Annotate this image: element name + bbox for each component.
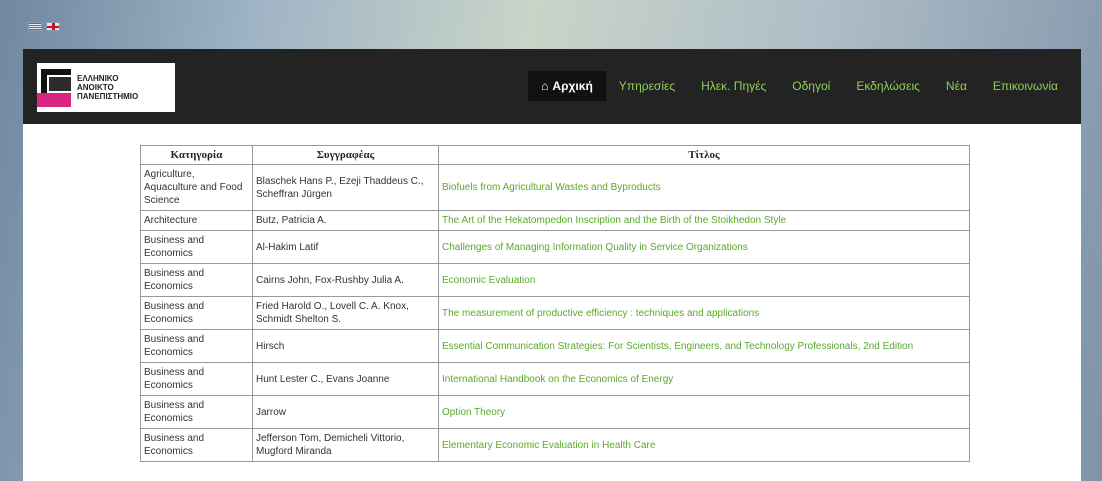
greek-flag-icon[interactable] [28, 22, 42, 31]
title-link[interactable]: The measurement of productive efficiency… [442, 308, 759, 319]
author-cell: Jarrow [252, 395, 439, 429]
uk-flag-icon[interactable] [46, 22, 60, 31]
author-cell: Cairns John, Fox-Rushby Julia A. [252, 263, 439, 297]
nav-item-label: Εκδηλώσεις [856, 79, 920, 93]
category-cell: Business and Economics [140, 230, 253, 264]
column-header-category[interactable]: Κατηγορία [140, 145, 253, 165]
category-cell: Business and Economics [140, 428, 253, 462]
title-link[interactable]: Biofuels from Agricultural Wastes and By… [442, 182, 661, 193]
table-row: Business and Economics Fried Harold O., … [140, 296, 970, 330]
title-cell: The Art of the Hekatompedon Inscription … [438, 210, 970, 231]
author-cell: Butz, Patricia A. [252, 210, 439, 231]
nav-item-home[interactable]: ⌂ Αρχική [528, 71, 606, 101]
author-cell: Jefferson Tom, Demicheli Vittorio, Mugfo… [252, 428, 439, 462]
author-cell: Blaschek Hans P., Ezeji Thaddeus C., Sch… [252, 164, 439, 211]
title-cell: Essential Communication Strategies: For … [438, 329, 970, 363]
title-link[interactable]: International Handbook on the Economics … [442, 374, 673, 385]
column-header-author[interactable]: Συγγραφέας [252, 145, 439, 165]
table-row: Business and Economics Jefferson Tom, De… [140, 428, 970, 462]
table-row: Business and Economics Hirsch Essential … [140, 329, 970, 363]
column-header-title[interactable]: Τίτλος [438, 145, 970, 165]
title-cell: The measurement of productive efficiency… [438, 296, 970, 330]
author-cell: Al-Hakim Latif [252, 230, 439, 264]
nav-item-label: Επικοινωνία [992, 79, 1058, 93]
category-cell: Agriculture, Aquaculture and Food Scienc… [140, 164, 253, 211]
books-table: Κατηγορία Συγγραφέας Τίτλος Agriculture,… [140, 145, 970, 462]
category-cell: Business and Economics [140, 263, 253, 297]
title-link[interactable]: The Art of the Hekatompedon Inscription … [442, 215, 786, 226]
logo-line-1: ΕΛΛΗΝΙΚΟ [77, 74, 119, 83]
category-cell: Business and Economics [140, 362, 253, 396]
nav-item-news[interactable]: Νέα [933, 71, 980, 101]
site-logo[interactable]: ΕΛΛΗΝΙΚΟ ΑΝΟΙΚΤΟ ΠΑΝΕΠΙΣΤΗΜΙΟ [37, 63, 175, 112]
main-content: Κατηγορία Συγγραφέας Τίτλος Agriculture,… [23, 124, 1081, 481]
title-cell: Option Theory [438, 395, 970, 429]
title-cell: Elementary Economic Evaluation in Health… [438, 428, 970, 462]
logo-line-2: ΑΝΟΙΚΤΟ [77, 83, 114, 92]
top-navbar: ΕΛΛΗΝΙΚΟ ΑΝΟΙΚΤΟ ΠΑΝΕΠΙΣΤΗΜΙΟ ⌂ Αρχική Υπ… [23, 49, 1081, 124]
title-link[interactable]: Challenges of Managing Information Quali… [442, 242, 748, 253]
logo-mark-icon [37, 63, 77, 112]
category-cell: Business and Economics [140, 329, 253, 363]
logo-line-3: ΠΑΝΕΠΙΣΤΗΜΙΟ [77, 92, 139, 101]
language-switcher [28, 22, 60, 31]
nav-item-label: Νέα [945, 79, 967, 93]
nav-item-label: Οδηγοί [792, 79, 831, 93]
title-link[interactable]: Option Theory [442, 407, 505, 418]
title-cell: International Handbook on the Economics … [438, 362, 970, 396]
title-link[interactable]: Essential Communication Strategies: For … [442, 341, 913, 352]
title-link[interactable]: Elementary Economic Evaluation in Health… [442, 440, 655, 451]
nav-item-label: Ηλεκ. Πηγές [701, 79, 767, 93]
nav-item-guides[interactable]: Οδηγοί [779, 71, 843, 101]
nav-item-label: Αρχική [552, 79, 593, 93]
author-cell: Hunt Lester C., Evans Joanne [252, 362, 439, 396]
title-link[interactable]: Economic Evaluation [442, 275, 535, 286]
title-cell: Challenges of Managing Information Quali… [438, 230, 970, 264]
category-cell: Architecture [140, 210, 253, 231]
category-cell: Business and Economics [140, 296, 253, 330]
nav-item-events[interactable]: Εκδηλώσεις [843, 71, 933, 101]
table-row: Business and Economics Jarrow Option The… [140, 395, 970, 429]
nav-item-services[interactable]: Υπηρεσίες [606, 71, 688, 101]
author-cell: Fried Harold O., Lovell C. A. Knox, Schm… [252, 296, 439, 330]
table-row: Architecture Butz, Patricia A. The Art o… [140, 210, 970, 231]
table-row: Business and Economics Al-Hakim Latif Ch… [140, 230, 970, 264]
category-cell: Business and Economics [140, 395, 253, 429]
nav-item-contact[interactable]: Επικοινωνία [980, 71, 1071, 101]
table-row: Business and Economics Hunt Lester C., E… [140, 362, 970, 396]
nav-item-e-resources[interactable]: Ηλεκ. Πηγές [688, 71, 779, 101]
home-icon: ⌂ [541, 79, 549, 93]
title-cell: Economic Evaluation [438, 263, 970, 297]
author-cell: Hirsch [252, 329, 439, 363]
main-menu: ⌂ Αρχική Υπηρεσίες Ηλεκ. Πηγές Οδηγοί Εκδ… [528, 71, 1071, 101]
nav-item-label: Υπηρεσίες [618, 79, 676, 93]
table-row: Agriculture, Aquaculture and Food Scienc… [140, 164, 970, 211]
title-cell: Biofuels from Agricultural Wastes and By… [438, 164, 970, 211]
logo-text: ΕΛΛΗΝΙΚΟ ΑΝΟΙΚΤΟ ΠΑΝΕΠΙΣΤΗΜΙΟ [77, 74, 138, 101]
table-header-row: Κατηγορία Συγγραφέας Τίτλος [140, 145, 970, 165]
table-row: Business and Economics Cairns John, Fox-… [140, 263, 970, 297]
